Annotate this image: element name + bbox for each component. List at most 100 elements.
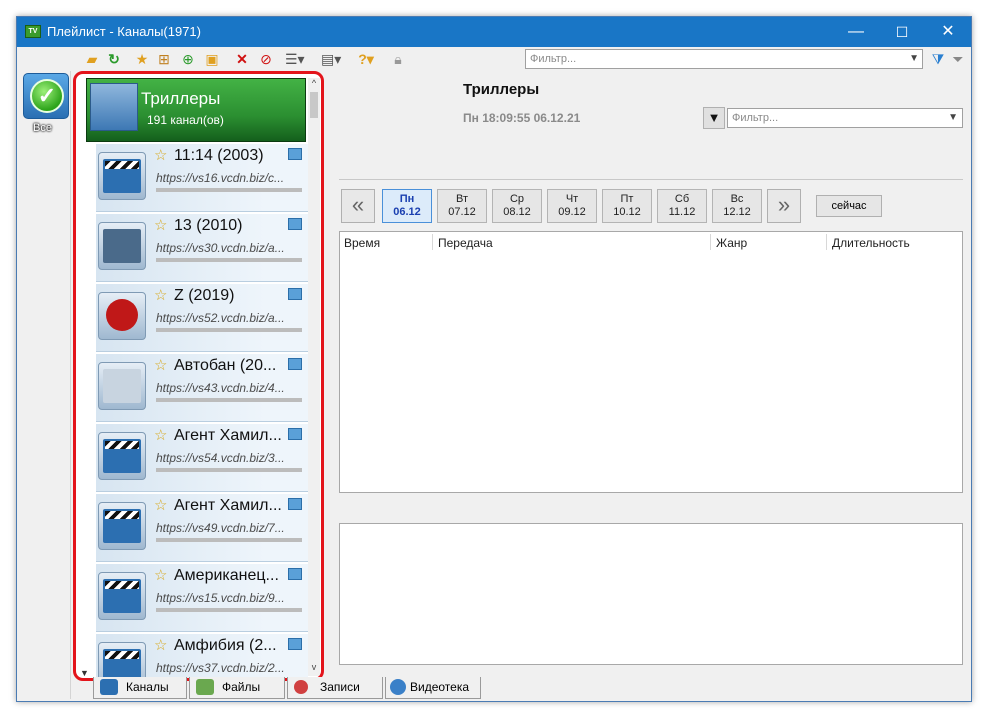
chevron-down-icon[interactable]: ▼ bbox=[909, 50, 919, 68]
folder-star-icon[interactable]: ▣ bbox=[203, 50, 221, 68]
column-header-program[interactable]: Передача bbox=[438, 236, 493, 250]
channel-logo bbox=[98, 152, 146, 200]
status-icon[interactable] bbox=[288, 148, 302, 160]
refresh-icon[interactable]: ↻ bbox=[105, 50, 123, 68]
list-item[interactable]: ☆ 11:14 (2003) https://vs16.vcdn.biz/c..… bbox=[96, 144, 308, 212]
status-icon[interactable] bbox=[288, 568, 302, 580]
list-item[interactable]: ☆ Автобан (20... https://vs43.vcdn.biz/4… bbox=[96, 354, 308, 422]
tree-icon[interactable]: ⊞ bbox=[155, 50, 173, 68]
status-icon[interactable] bbox=[288, 638, 302, 650]
list-item[interactable]: ☆ Агент Хамил... https://vs54.vcdn.biz/3… bbox=[96, 424, 308, 492]
column-header-duration[interactable]: Длительность bbox=[832, 236, 910, 250]
minimize-button[interactable]: — bbox=[833, 17, 879, 47]
list-item[interactable]: ☆ Американец... https://vs15.vcdn.biz/9.… bbox=[96, 564, 308, 632]
day-date: 11.12 bbox=[668, 206, 696, 218]
day-of-week: Вс bbox=[730, 193, 744, 205]
star-icon[interactable]: ☆ bbox=[154, 356, 167, 374]
status-icon[interactable] bbox=[288, 428, 302, 440]
all-groups-button[interactable]: ✓ bbox=[23, 73, 69, 119]
tab-files[interactable]: Файлы bbox=[189, 677, 285, 699]
status-icon[interactable] bbox=[288, 498, 302, 510]
channel-url: https://vs16.vcdn.biz/c... bbox=[156, 171, 285, 185]
title-bar: TV Плейлист - Каналы(1971) — ☐ ✕ bbox=[17, 17, 971, 47]
now-button[interactable]: сейчас bbox=[816, 195, 882, 217]
star-icon[interactable]: ☆ bbox=[154, 286, 167, 304]
channel-name: Американец... bbox=[174, 567, 279, 584]
channel-name: 13 (2010) bbox=[174, 217, 243, 234]
list-item[interactable]: ☆ 13 (2010) https://vs30.vcdn.biz/a... bbox=[96, 214, 308, 282]
star-icon[interactable]: ☆ bbox=[154, 426, 167, 444]
lock-icon[interactable]: 🔒︎ bbox=[389, 50, 407, 68]
filter-icon[interactable]: ⏷ bbox=[949, 50, 967, 68]
channel-url: https://vs30.vcdn.biz/a... bbox=[156, 241, 285, 255]
tab-channels[interactable]: Каналы bbox=[93, 677, 187, 699]
star-icon[interactable]: ☆ bbox=[154, 636, 167, 654]
divider bbox=[339, 179, 963, 180]
filter-input-epg[interactable]: Фильтр... ▼ bbox=[727, 108, 963, 128]
tab-video-library[interactable]: Видеотека bbox=[385, 677, 481, 699]
list-view-icon[interactable]: ☰▾ bbox=[285, 50, 305, 68]
day-button-mon[interactable]: Пн 06.12 bbox=[382, 189, 432, 223]
chevron-down-icon[interactable]: ▼ bbox=[948, 109, 958, 127]
channel-url: https://vs15.vcdn.biz/9... bbox=[156, 591, 285, 605]
panel-view-icon[interactable]: ▤▾ bbox=[321, 50, 341, 68]
day-of-week: Чт bbox=[565, 193, 579, 205]
progress-bar bbox=[156, 398, 302, 402]
scrollbar[interactable] bbox=[308, 78, 320, 676]
list-item[interactable]: ☆ Амфибия (2... https://vs37.vcdn.biz/2.… bbox=[96, 634, 308, 678]
star-icon[interactable]: ☆ bbox=[154, 146, 167, 164]
day-of-week: Вт bbox=[455, 193, 468, 205]
star-icon[interactable]: ☆ bbox=[154, 496, 167, 514]
scrollbar-thumb[interactable] bbox=[310, 92, 318, 118]
channel-name: Автобан (20... bbox=[174, 357, 277, 374]
next-day-button[interactable]: » bbox=[767, 189, 801, 223]
status-icon[interactable] bbox=[288, 288, 302, 300]
channel-name: 11:14 (2003) bbox=[174, 147, 264, 164]
filter-clear-icon[interactable]: ⧩ bbox=[929, 50, 947, 68]
day-button-tue[interactable]: Вт 07.12 bbox=[437, 189, 487, 223]
epg-title: Триллеры bbox=[463, 81, 540, 98]
progress-bar bbox=[156, 538, 302, 542]
open-folder-icon[interactable]: ▰ bbox=[83, 50, 101, 68]
block-icon[interactable]: ⊘ bbox=[257, 50, 275, 68]
filter-input-top[interactable]: Фильтр... ▼ bbox=[525, 49, 923, 69]
star-icon[interactable]: ★ bbox=[133, 50, 151, 68]
group-header[interactable]: Триллеры 191 канал(ов) bbox=[86, 78, 306, 142]
status-icon[interactable] bbox=[288, 358, 302, 370]
chevron-down-icon[interactable]: v bbox=[308, 662, 320, 674]
day-button-wed[interactable]: Ср 08.12 bbox=[492, 189, 542, 223]
list-item[interactable]: ☆ Z (2019) https://vs52.vcdn.biz/a... bbox=[96, 284, 308, 352]
list-item[interactable]: ☆ Агент Хамил... https://vs49.vcdn.biz/7… bbox=[96, 494, 308, 562]
tab-label: Каналы bbox=[126, 680, 169, 694]
day-button-sat[interactable]: Сб 11.12 bbox=[657, 189, 707, 223]
star-icon[interactable]: ☆ bbox=[154, 216, 167, 234]
tab-label: Записи bbox=[320, 680, 360, 694]
prev-day-button[interactable]: « bbox=[341, 189, 375, 223]
tab-label: Файлы bbox=[222, 680, 261, 694]
add-icon[interactable]: ⊕ bbox=[179, 50, 197, 68]
day-button-sun[interactable]: Вс 12.12 bbox=[712, 189, 762, 223]
maximize-button[interactable]: ☐ bbox=[879, 17, 925, 47]
chevron-up-icon[interactable]: ^ bbox=[308, 78, 320, 90]
channel-logo bbox=[98, 222, 146, 270]
status-icon[interactable] bbox=[288, 218, 302, 230]
help-icon[interactable]: ?▾ bbox=[357, 50, 375, 68]
group-count: 191 канал(ов) bbox=[147, 113, 224, 127]
channel-logo bbox=[98, 572, 146, 620]
filter-placeholder: Фильтр... bbox=[732, 112, 779, 124]
day-button-thu[interactable]: Чт 09.12 bbox=[547, 189, 597, 223]
close-button[interactable]: ✕ bbox=[925, 17, 971, 47]
tab-recordings[interactable]: Записи bbox=[287, 677, 383, 699]
star-icon[interactable]: ☆ bbox=[154, 566, 167, 584]
delete-icon[interactable]: ✕ bbox=[233, 50, 251, 68]
clapperboard-icon bbox=[100, 679, 118, 695]
channel-logo bbox=[98, 432, 146, 480]
day-date: 08.12 bbox=[503, 206, 531, 218]
column-header-genre[interactable]: Жанр bbox=[716, 236, 747, 250]
funnel-icon[interactable]: ▼ bbox=[703, 107, 725, 129]
channel-name: Агент Хамил... bbox=[174, 427, 282, 444]
column-header-time[interactable]: Время bbox=[344, 236, 380, 250]
scroll-down-arrow-icon[interactable]: ▼ bbox=[80, 668, 89, 678]
progress-bar bbox=[156, 188, 302, 192]
day-button-fri[interactable]: Пт 10.12 bbox=[602, 189, 652, 223]
